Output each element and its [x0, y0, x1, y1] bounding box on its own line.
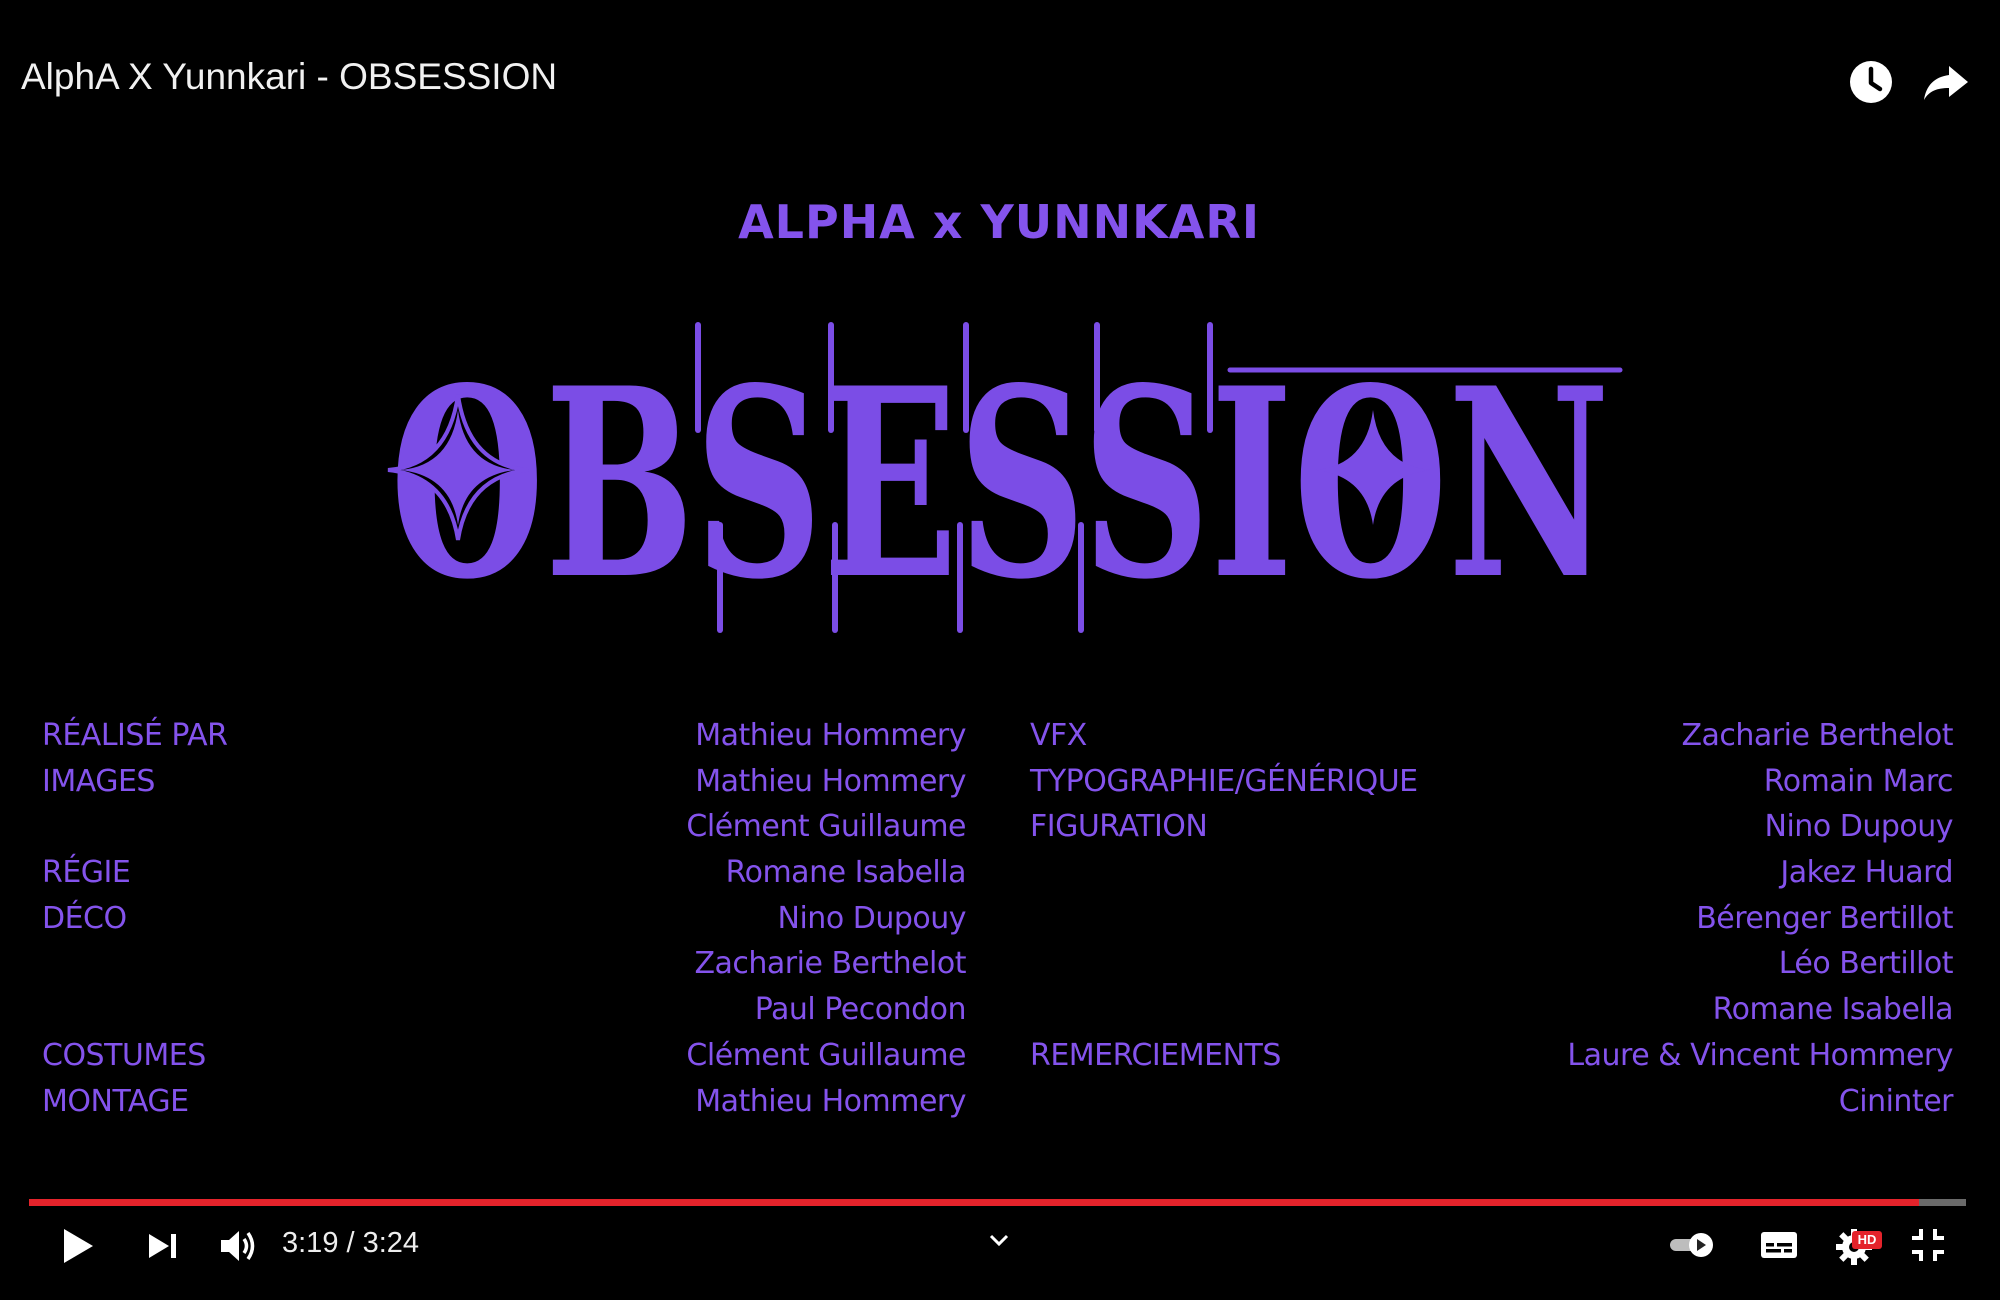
credit-role: MONTAGE — [42, 1083, 189, 1119]
next-button[interactable] — [145, 1228, 181, 1264]
credit-row: RÉALISÉ PAR Mathieu Hommery — [42, 712, 966, 758]
credit-row: Romane Isabella — [1030, 986, 1954, 1032]
chapters-dropdown-button[interactable] — [986, 1230, 1012, 1250]
credit-name: Mathieu Hommery — [695, 718, 966, 753]
credit-name: Romane Isabella — [725, 855, 967, 891]
credit-row: Cininter — [1030, 1078, 1954, 1124]
logo-wordmark: OBSESSION — [390, 332, 1610, 637]
credit-name: Zacharie Berthelot — [694, 946, 966, 982]
credit-row: VFX Zacharie Berthelot — [1030, 712, 1953, 758]
obsession-logo: OBSESSION — [387, 322, 1623, 637]
credit-role: FIGURATION — [1030, 809, 1208, 845]
credit-name: Clément Guillaume — [686, 809, 966, 845]
credit-row: Clément Guillaume — [42, 803, 966, 849]
chevron-down-icon — [989, 1234, 1009, 1247]
credit-name: Zacharie Berthelot — [1681, 718, 1953, 753]
video-title[interactable]: AlphA X Yunnkari - OBSESSION — [21, 56, 557, 98]
share-button[interactable] — [1922, 58, 1970, 106]
credit-name: Paul Pecondon — [754, 992, 967, 1028]
credit-row: Jakez Huard — [1030, 849, 1953, 895]
watch-later-icon — [1850, 61, 1892, 103]
credit-row: MONTAGE Mathieu Hommery — [42, 1078, 966, 1124]
credit-name: Laure & Vincent Hommery — [1567, 1037, 1953, 1073]
progress-bar[interactable] — [29, 1199, 1966, 1206]
artist-line: ALPHA x YUNNKARI — [738, 195, 1260, 249]
credit-row: REMERCIEMENTS Laure & Vincent Hommery — [1030, 1032, 1953, 1078]
watch-later-button[interactable] — [1847, 58, 1895, 106]
credits-right-column: VFX Zacharie Berthelot TYPOGRAPHIE/GÉNÉRI… — [1030, 712, 1954, 1142]
credits-left-column: RÉALISÉ PAR Mathieu Hommery IMAGES Mathieu… — [42, 712, 967, 1142]
volume-icon — [221, 1231, 255, 1261]
play-button[interactable] — [58, 1226, 98, 1266]
credit-role: IMAGES — [42, 763, 155, 799]
next-icon — [149, 1234, 176, 1258]
credit-name: Mathieu Hommery — [695, 763, 966, 799]
credit-role: REMERCIEMENTS — [1030, 1037, 1281, 1073]
credit-row: TYPOGRAPHIE/GÉNÉRIQUE Romain Marc — [1030, 758, 1954, 804]
credit-row: COSTUMES Clément Guillaume — [42, 1032, 966, 1078]
credit-role: RÉALISÉ PAR — [42, 718, 228, 753]
credit-row: RÉGIE Romane Isabella — [42, 849, 967, 895]
credit-row: Zacharie Berthelot — [42, 940, 966, 986]
credit-name: Mathieu Hommery — [695, 1083, 966, 1119]
credit-role: TYPOGRAPHIE/GÉNÉRIQUE — [1030, 763, 1418, 799]
play-icon — [64, 1229, 93, 1263]
hd-badge: HD — [1852, 1231, 1882, 1249]
credit-name: Romane Isabella — [1712, 992, 1954, 1028]
credit-name: Nino Dupouy — [777, 900, 967, 936]
volume-button[interactable] — [218, 1227, 258, 1265]
autoplay-toggle[interactable] — [1668, 1230, 1718, 1260]
exit-fullscreen-icon — [1912, 1229, 1944, 1261]
credit-name: Bérenger Bertillot — [1696, 900, 1953, 936]
subtitles-button[interactable] — [1759, 1229, 1799, 1261]
time-display: 3:19 / 3:24 — [282, 1227, 420, 1259]
autoplay-toggle-icon — [1670, 1233, 1713, 1257]
credit-row: DÉCO Nino Dupouy — [42, 895, 967, 941]
subtitles-icon — [1761, 1232, 1797, 1258]
credit-row: IMAGES Mathieu Hommery — [42, 758, 966, 804]
credit-row: FIGURATION Nino Dupouy — [1030, 803, 1954, 849]
credit-role: VFX — [1030, 718, 1087, 753]
exit-fullscreen-button[interactable] — [1909, 1226, 1947, 1264]
credit-name: Romain Marc — [1763, 763, 1954, 799]
credit-row: Léo Bertillot — [1030, 940, 1954, 986]
credit-name: Cininter — [1838, 1083, 1954, 1119]
credit-name: Jakez Huard — [1780, 855, 1953, 891]
credit-role: COSTUMES — [42, 1037, 206, 1073]
credit-role: DÉCO — [42, 900, 127, 936]
credit-row: Paul Pecondon — [42, 986, 967, 1032]
credit-name: Léo Bertillot — [1778, 946, 1954, 982]
credit-name: Clément Guillaume — [686, 1037, 966, 1073]
credit-role: RÉGIE — [42, 855, 131, 891]
credit-row: Bérenger Bertillot — [1030, 895, 1953, 941]
credit-name: Nino Dupouy — [1764, 809, 1954, 845]
share-icon — [1924, 66, 1968, 100]
progress-fill — [29, 1199, 1919, 1206]
